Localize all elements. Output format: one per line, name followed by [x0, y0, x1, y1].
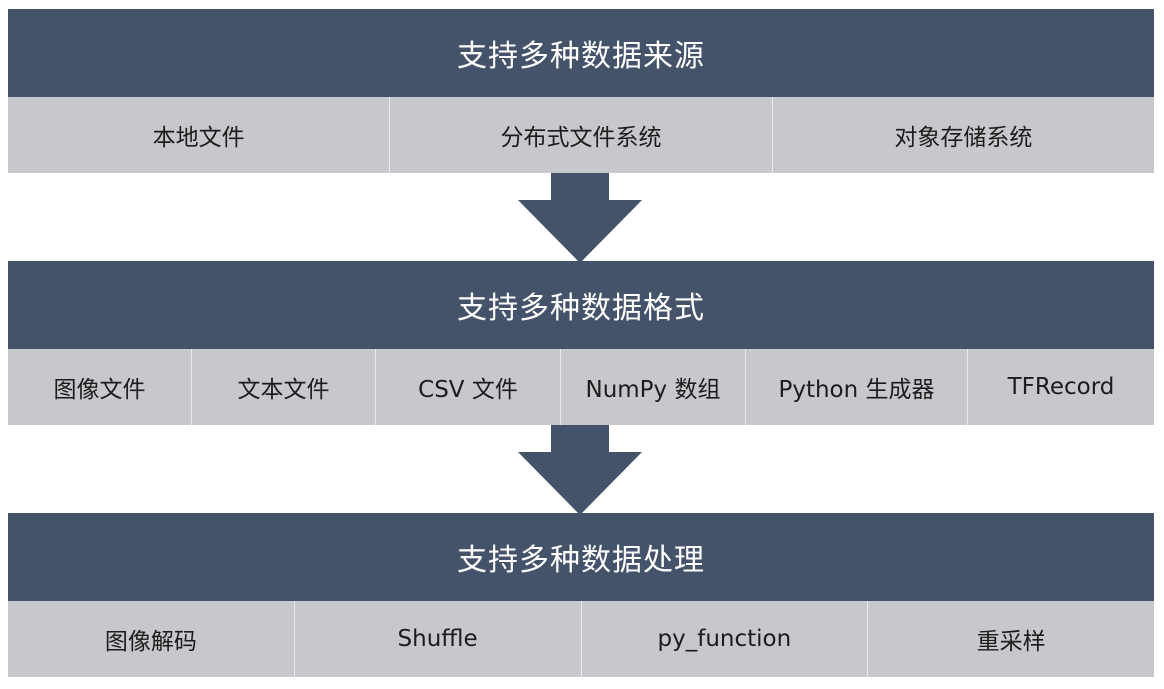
data-formats-title: 支持多种数据格式 [8, 261, 1154, 349]
down-arrow-icon [518, 425, 642, 515]
processing-item-shuffle: Shuffle [295, 601, 582, 677]
data-formats-row: 图像文件 文本文件 CSV 文件 NumPy 数组 Python 生成器 TFR… [8, 349, 1154, 425]
format-item-csv-file: CSV 文件 [376, 349, 561, 425]
data-processing-title: 支持多种数据处理 [8, 513, 1154, 601]
format-item-numpy-array: NumPy 数组 [561, 349, 746, 425]
format-item-python-generator: Python 生成器 [746, 349, 968, 425]
format-item-image-file: 图像文件 [8, 349, 192, 425]
processing-item-resample: 重采样 [976, 629, 1046, 655]
source-item-object-storage: 对象存储系统 [894, 125, 1033, 151]
data-formats-section: 支持多种数据格式 图像文件 文本文件 CSV 文件 NumPy 数组 Pytho… [8, 261, 1154, 425]
data-sources-row: 本地文件 分布式文件系统 对象存储系统 [8, 97, 1154, 173]
format-item-tfrecord: TFRecord [1007, 374, 1115, 400]
processing-item-py-function: py_function [582, 601, 869, 677]
data-processing-section: 支持多种数据处理 图像解码 Shuffle py_function 重采样 [8, 513, 1154, 677]
source-item-distributed-fs: 分布式文件系统 [390, 97, 773, 173]
data-sources-title: 支持多种数据来源 [8, 9, 1154, 97]
processing-item-image-decode: 图像解码 [8, 601, 295, 677]
data-processing-row: 图像解码 Shuffle py_function 重采样 [8, 601, 1154, 677]
down-arrow-icon [518, 173, 642, 263]
data-sources-section: 支持多种数据来源 本地文件 分布式文件系统 对象存储系统 [8, 9, 1154, 173]
source-item-local-file: 本地文件 [8, 97, 391, 173]
format-item-text-file: 文本文件 [192, 349, 376, 425]
